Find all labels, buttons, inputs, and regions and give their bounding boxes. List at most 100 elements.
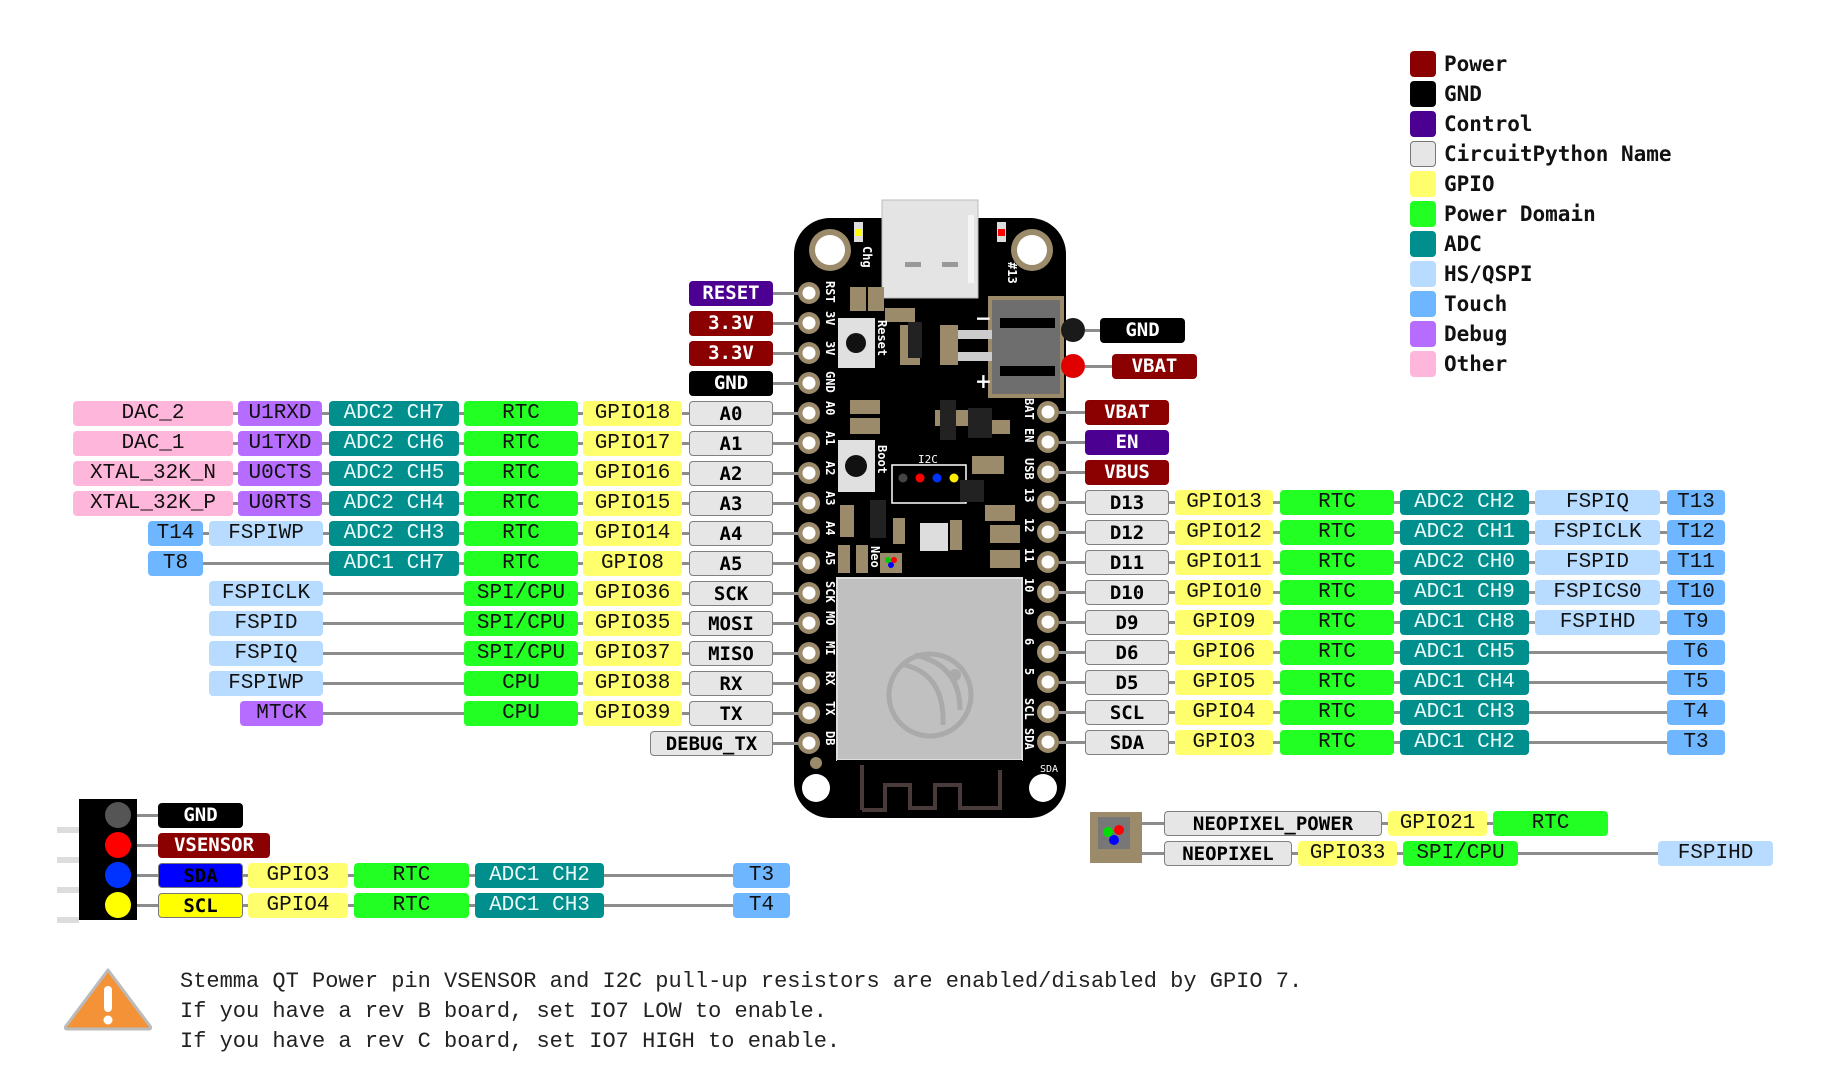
circuitpython-name-label: A1 (689, 430, 773, 456)
circuitpython-name-label: SCK (689, 580, 773, 606)
touch-label: T6 (1667, 639, 1725, 665)
gpio-label: GPIO33 (1298, 840, 1397, 866)
connector-line (1529, 740, 1667, 744)
adc-label: ADC2 CH0 (1400, 549, 1529, 575)
connector-line (1660, 620, 1667, 624)
gpio-label: GPIO18 (583, 400, 682, 426)
connector-line (323, 591, 464, 595)
power-domain-label: RTC (1280, 609, 1394, 635)
warning-icon (63, 968, 153, 1031)
touch-label: T10 (1667, 579, 1725, 605)
usb-c-connector-icon (881, 199, 979, 299)
connector-line (604, 903, 733, 907)
silkscreen-label: 5 (1022, 668, 1036, 675)
connector-line (1142, 821, 1164, 825)
silkscreen-label: GND (823, 371, 837, 393)
power-domain-label: RTC (354, 862, 469, 888)
adc-label: ADC2 CH1 (1400, 519, 1529, 545)
connector-line (773, 411, 798, 415)
gpio-label: GPIO37 (583, 640, 682, 666)
note-line: Stemma QT Power pin VSENSOR and I2C pull… (180, 969, 1303, 994)
connector-line (1059, 530, 1085, 534)
silkscreen-label: 6 (1022, 638, 1036, 645)
gpio-label: GPIO3 (1175, 729, 1273, 755)
connector-line (1059, 560, 1085, 564)
silkscreen-label: RX (823, 671, 837, 686)
connector-line (773, 711, 798, 715)
connector-line (773, 651, 798, 655)
silkscreen-label: SCL (1022, 698, 1036, 720)
silkscreen-label: A3 (823, 491, 837, 505)
circuitpython-name-label: A4 (689, 520, 773, 546)
adc-label: ADC2 CH5 (329, 460, 459, 486)
gpio-label: GPIO4 (1175, 699, 1273, 725)
connector-line (459, 531, 464, 535)
connector-line (773, 741, 798, 745)
esp32-module-icon (836, 577, 1023, 761)
battery-power-label: VBAT (1112, 353, 1197, 379)
connector-line (459, 471, 464, 475)
connector-line (1273, 530, 1280, 534)
connector-line (1059, 650, 1085, 654)
connector-line (773, 501, 798, 505)
power-domain-label: RTC (1280, 639, 1394, 665)
circuitpython-name-label: SDA (1085, 729, 1169, 755)
stemma-wire-dot-icon (105, 862, 131, 888)
gpio-label: GPIO35 (583, 610, 682, 636)
gpio-label: GPIO10 (1175, 579, 1273, 605)
battery-gnd-label: GND (1100, 317, 1185, 343)
gpio-label: GPIO16 (583, 460, 682, 486)
connector-line (682, 411, 689, 415)
power-domain-label: RTC (464, 400, 578, 426)
power-domain-label: RTC (1280, 729, 1394, 755)
gpio-label: GPIO21 (1388, 810, 1487, 836)
connector-line (323, 651, 464, 655)
qspi-label: FSPID (1535, 549, 1660, 575)
power-domain-label: RTC (1280, 549, 1394, 575)
connector-line (578, 411, 583, 415)
silkscreen-label: 9 (1022, 608, 1036, 615)
silkscreen-label: TX (823, 701, 837, 716)
circuitpython-name-label: A5 (689, 550, 773, 576)
connector-line (578, 531, 583, 535)
battery-wire-dot-icon (1061, 318, 1085, 342)
silkscreen-label: A2 (823, 461, 837, 475)
connector-line (773, 561, 798, 565)
connector-line (1273, 710, 1280, 714)
touch-label: T9 (1667, 609, 1725, 635)
connector-line (682, 501, 689, 505)
silkscreen-label: Boot (875, 445, 889, 474)
neopixel-name-label: NEOPIXEL (1164, 840, 1292, 866)
circuitpython-name-label: D13 (1085, 489, 1169, 515)
connector-line (682, 711, 689, 715)
power-domain-label: RTC (464, 520, 578, 546)
connector-line (682, 591, 689, 595)
circuitpython-name-label: A3 (689, 490, 773, 516)
connector-line (682, 681, 689, 685)
adc-label: ADC1 CH9 (1400, 579, 1529, 605)
silkscreen-label: 3V (823, 311, 837, 325)
circuitpython-name-label: D10 (1085, 579, 1169, 605)
connector-line (682, 561, 689, 565)
silkscreen-label: SDA (1040, 764, 1058, 775)
power-domain-label: RTC (1280, 519, 1394, 545)
connector-line (1273, 620, 1280, 624)
silkscreen-label: A1 (823, 431, 837, 445)
connector-line (773, 681, 798, 685)
connector-line (1529, 710, 1667, 714)
silkscreen-label: #13 (1005, 262, 1019, 284)
gpio-label: GPIO17 (583, 430, 682, 456)
silkscreen-label: A5 (823, 551, 837, 565)
silkscreen-label: 3V (823, 341, 837, 355)
gpio-label: GPIO14 (583, 520, 682, 546)
power-domain-label: RTC (354, 892, 469, 918)
connector-line (459, 501, 464, 505)
connector-line (1660, 500, 1667, 504)
note-line: If you have a rev B board, set IO7 LOW t… (180, 999, 827, 1024)
power-domain-label: RTC (1280, 579, 1394, 605)
connector-line (1529, 680, 1667, 684)
pin-control-label: EN (1085, 429, 1169, 455)
gpio-label: GPIO38 (583, 670, 682, 696)
qspi-label: FSPIQ (1535, 489, 1660, 515)
connector-line (323, 621, 464, 625)
